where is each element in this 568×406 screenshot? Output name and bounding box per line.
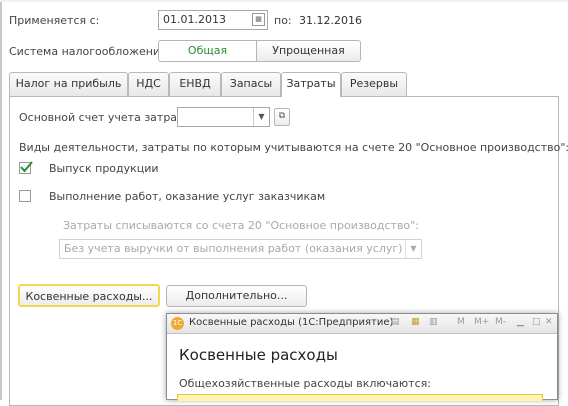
additional-button[interactable]: Дополнительно... [166, 285, 307, 307]
document-icon[interactable]: ▤ [391, 317, 400, 327]
memory-plus-button[interactable]: M+ [474, 317, 489, 327]
tab-vat[interactable]: НДС [128, 72, 169, 96]
writeoff-value: Без учета выручки от выполнения работ (о… [64, 242, 403, 255]
tax-system-general-option[interactable]: Общая [158, 40, 256, 62]
main-account-field[interactable]: ▼ [177, 107, 270, 127]
popup-heading: Косвенные расходы [179, 346, 338, 364]
window-left-border [0, 0, 2, 400]
tab-reserves[interactable]: Резервы [341, 72, 407, 96]
applies-from-label: Применяется с: [9, 14, 100, 27]
tab-inventory[interactable]: Запасы [221, 72, 281, 96]
tab-costs[interactable]: Затраты [281, 72, 341, 97]
services-checkbox-label: Выполнение работ, оказание услуг заказчи… [49, 190, 326, 203]
popup-included-label: Общехозяйственные расходы включаются: [179, 377, 431, 390]
date-from-value: 01.01.2013 [163, 13, 226, 26]
tab-income-tax[interactable]: Налог на прибыль [9, 72, 128, 96]
tax-system-label: Система налогообложения: [9, 45, 171, 58]
chevron-down-icon[interactable]: ▼ [253, 108, 269, 126]
window-top-border [0, 0, 568, 2]
writeoff-select[interactable]: Без учета выручки от выполнения работ (о… [59, 239, 422, 259]
main-account-label: Основной счет учета затрат: [19, 111, 188, 124]
indirect-costs-button[interactable]: Косвенные расходы... [18, 284, 160, 307]
calendar-icon[interactable]: ▦ [411, 317, 420, 327]
date-to-value: 31.12.2016 [299, 14, 362, 27]
memory-minus-button[interactable]: M- [495, 317, 506, 327]
popup-window-title: Косвенные расходы (1С:Предприятие) [189, 317, 394, 328]
minimize-icon[interactable]: ▁ [517, 317, 524, 327]
calendar-icon[interactable]: ▦ [252, 13, 265, 26]
tab-envd[interactable]: ЕНВД [169, 72, 221, 96]
tax-system-simplified-option[interactable]: Упрощенная [256, 40, 361, 62]
writeoff-label: Затраты списываются со счета 20 "Основно… [63, 219, 419, 232]
popup-title-bar: 1С Косвенные расходы (1С:Предприятие) ▤ … [167, 314, 557, 334]
app-logo-icon: 1С [171, 317, 184, 330]
to-label: по: [274, 14, 292, 27]
activities-heading: Виды деятельности, затраты по которым уч… [19, 141, 568, 154]
memory-button[interactable]: M [457, 317, 465, 327]
checkmark-icon [20, 161, 33, 173]
products-checkbox-label: Выпуск продукции [49, 162, 159, 175]
open-icon[interactable]: ⧉ [274, 108, 290, 126]
date-from-field[interactable]: 01.01.2013 ▦ [158, 10, 268, 30]
services-checkbox[interactable] [19, 190, 31, 202]
close-icon[interactable]: ✕ [545, 317, 553, 327]
products-checkbox[interactable] [19, 161, 33, 174]
indirect-costs-window: 1С Косвенные расходы (1С:Предприятие) ▤ … [166, 313, 558, 401]
grid-icon[interactable]: ▥ [429, 317, 438, 327]
maximize-icon[interactable]: □ [532, 317, 541, 327]
writeoff-chevron-down-icon[interactable]: ▼ [405, 240, 421, 258]
